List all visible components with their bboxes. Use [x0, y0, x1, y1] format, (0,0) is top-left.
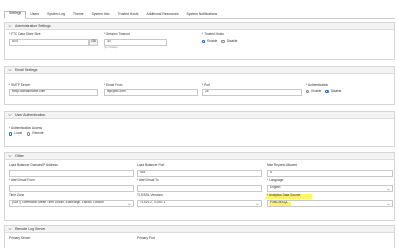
field-label: * Session Timeout	[104, 32, 130, 36]
smtp-server-input[interactable]: smtp.domainname.com	[9, 89, 98, 96]
time-zone-label: Time Zone	[9, 193, 25, 197]
radio-label: Disable	[330, 88, 342, 93]
time-zone-value: (GMT) Greenwich Mean Time Dublin, Edinbu…	[12, 200, 104, 205]
settings-page: Settings Users System Log Theme System I…	[0, 0, 399, 248]
radio-label: Enable	[311, 88, 322, 93]
alert-email-from-input[interactable]	[9, 185, 134, 192]
remote-log-server-section: Remote Log Server Primary Server Primary…	[4, 225, 395, 248]
chevron-down-icon	[8, 227, 12, 231]
email-from-label: * Email From	[104, 83, 123, 87]
chevron-down-icon	[8, 113, 12, 117]
authentication-local-radio[interactable]	[9, 132, 13, 136]
radio-label: Disable	[226, 38, 238, 43]
email-settings-section: Email Settings * SMTP Server smtp.domain…	[4, 66, 395, 105]
trusted-hosts-disable-radio[interactable]	[221, 39, 225, 44]
radio-label: Enable	[207, 38, 218, 43]
authentication-enable-radio[interactable]	[306, 89, 310, 94]
radio-label: Local	[14, 131, 23, 135]
analytics-data-source-select[interactable]: PostGreSQL	[267, 200, 393, 207]
other-header[interactable]: Other	[5, 153, 394, 160]
session-timeout-helper: (in minutes)	[104, 45, 118, 49]
tab-system-notifications[interactable]: System Notifications	[183, 10, 222, 18]
ftc-data-store-size-field: * FTC Data Store Size	[9, 32, 41, 37]
tls-versions-value: TLSv1.2, TLSv1.1	[140, 200, 166, 205]
tls-versions-select[interactable]: TLSv1.2, TLSv1.1	[137, 200, 262, 207]
primary-server-label: Primary Server	[9, 236, 31, 240]
chevron-down-icon	[8, 68, 12, 72]
language-select[interactable]: English	[267, 185, 393, 192]
tab-users[interactable]: Users	[26, 10, 43, 18]
ftc-data-store-size-input[interactable]: 50.0	[9, 39, 89, 46]
chevron-down-icon	[8, 24, 12, 28]
alert-email-to-input[interactable]	[137, 185, 262, 192]
chevron-down-icon	[8, 154, 12, 158]
lb-port-label: Load Balancer Port	[137, 163, 165, 167]
trusted-hosts-radio-group: Enable Disable	[202, 38, 238, 44]
analytics-data-source-label: * Analytics Data Source	[267, 193, 301, 197]
smtp-server-label: * SMTP Server	[9, 83, 31, 87]
authentication-remote-radio[interactable]	[27, 132, 31, 136]
section-title: Email Settings	[15, 67, 38, 72]
section-title: Other	[15, 153, 24, 158]
lb-domain-input[interactable]	[9, 170, 134, 177]
port-label: * Port	[202, 83, 210, 87]
alert-email-to-label: * Alert Email To	[137, 178, 159, 182]
lb-port-input[interactable]: 443	[137, 170, 262, 177]
alert-email-from-label: * Alert Email From	[9, 178, 35, 182]
field-label: * Trusted Hosts	[202, 32, 224, 36]
trusted-hosts-enable-radio[interactable]	[202, 39, 206, 44]
user-authentication-section: User Authentication * Authentication Acc…	[4, 111, 395, 147]
email-from-input[interactable]: ftpc@ftc.com	[104, 89, 198, 96]
time-zone-select[interactable]: (GMT) Greenwich Mean Time Dublin, Edinbu…	[9, 200, 134, 207]
language-value: English	[270, 185, 281, 190]
section-title: User Authentication	[15, 112, 46, 117]
ftc-unit-badge: GB	[89, 39, 98, 46]
radio-label: Remote	[32, 131, 44, 135]
authentication-radio-group: Enable Disable	[306, 88, 342, 94]
chevron-down-icon	[387, 203, 390, 206]
primary-port-label: Primary Port	[137, 236, 155, 240]
analytics-data-source-value: PostGreSQL	[270, 200, 289, 205]
administration-settings-section: Administration Settings * FTC Data Store…	[4, 22, 395, 60]
chevron-down-icon	[128, 203, 131, 206]
max-reports-label: Max Reports Allowed	[267, 163, 297, 167]
tab-bar: Settings Users System Log Theme System I…	[4, 10, 395, 19]
language-label: * Language	[267, 178, 284, 182]
tab-trusted-hosts[interactable]: Trusted Hosts	[114, 10, 143, 18]
tab-system-info[interactable]: System Info	[88, 10, 114, 18]
authentication-access-radio-group: Local Remote	[9, 131, 44, 136]
lb-domain-label: Load Balancer Domain/IP Address	[9, 163, 58, 167]
remote-log-server-header[interactable]: Remote Log Server	[5, 226, 394, 233]
tab-additional-resources[interactable]: Additional Resources	[142, 10, 182, 18]
tab-system-log[interactable]: System Log	[43, 10, 69, 18]
session-timeout-input[interactable]: 30	[104, 39, 167, 46]
chevron-down-icon	[387, 188, 390, 191]
tls-versions-label: TLS/SSL Versions	[137, 193, 163, 197]
port-input[interactable]: 25	[202, 89, 302, 96]
chevron-down-icon	[256, 203, 259, 206]
other-section: Other Load Balancer Domain/IP Address Lo…	[4, 152, 395, 221]
session-timeout-field: * Session Timeout	[104, 32, 130, 37]
field-label: * FTC Data Store Size	[9, 32, 41, 36]
section-title: Administration Settings	[15, 23, 51, 28]
section-title: Remote Log Server	[15, 226, 46, 231]
max-reports-input[interactable]: 5	[267, 170, 393, 177]
tab-settings[interactable]: Settings	[4, 10, 27, 19]
authentication-disable-radio[interactable]	[325, 89, 329, 94]
authentication-label: * Authentication	[306, 83, 329, 87]
user-authentication-header[interactable]: User Authentication	[5, 112, 394, 119]
email-settings-header[interactable]: Email Settings	[5, 67, 394, 74]
tab-theme[interactable]: Theme	[69, 10, 88, 18]
administration-settings-header[interactable]: Administration Settings	[5, 23, 394, 30]
trusted-hosts-field: * Trusted Hosts	[202, 32, 224, 37]
